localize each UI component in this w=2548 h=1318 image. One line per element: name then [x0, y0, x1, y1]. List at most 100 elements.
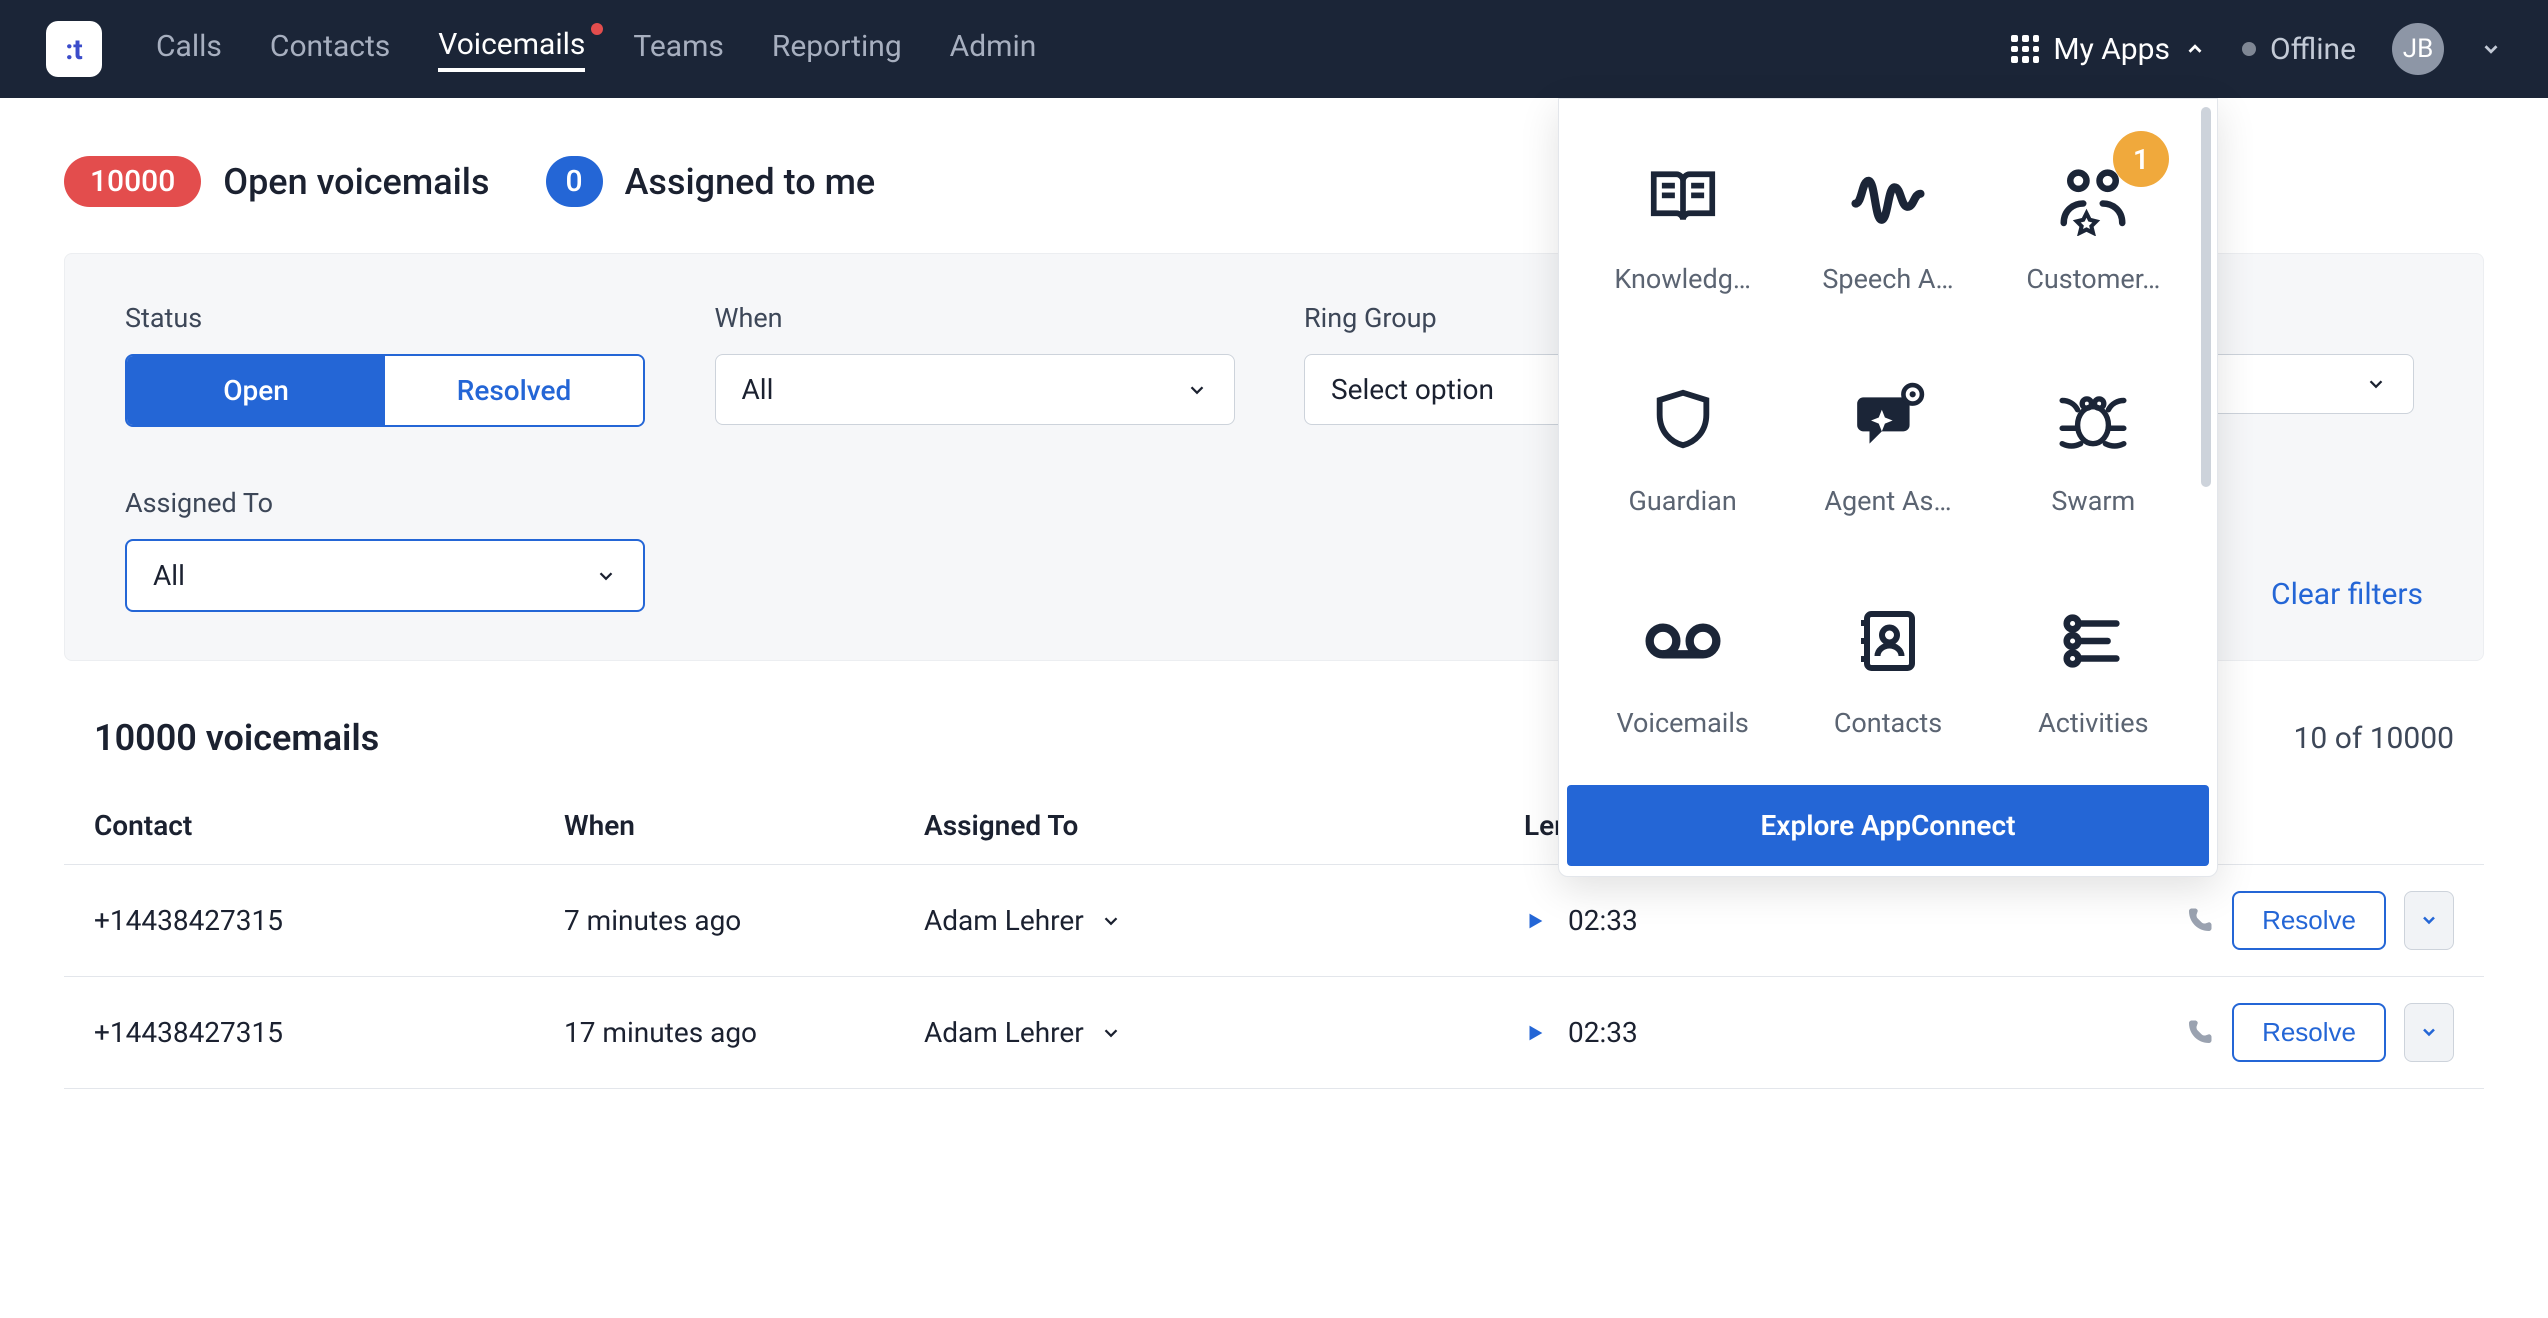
phone-icon[interactable]: [2184, 906, 2214, 936]
shield-icon: [1639, 375, 1727, 463]
assigned-to-value: All: [153, 559, 185, 592]
play-icon[interactable]: [1524, 910, 1546, 932]
status-segmented-control: Open Resolved: [125, 354, 645, 427]
assignee-name: Adam Lehrer: [924, 1016, 1084, 1049]
app-guardian[interactable]: Guardian: [1585, 347, 1780, 545]
chevron-down-icon: [1100, 1022, 1122, 1044]
explore-appconnect-button[interactable]: Explore AppConnect: [1567, 785, 2209, 866]
notification-dot-icon: [591, 23, 603, 35]
table-row: +14438427315 17 minutes ago Adam Lehrer …: [64, 977, 2484, 1089]
nav-link-admin[interactable]: Admin: [950, 29, 1037, 70]
when-select-value: All: [742, 373, 774, 406]
cell-when: 17 minutes ago: [564, 1016, 924, 1049]
col-contact: Contact: [94, 809, 564, 842]
app-activities[interactable]: Activities: [1996, 569, 2191, 767]
apps-grid-icon: [2011, 35, 2039, 63]
nav-right: My Apps Offline JB: [2011, 23, 2502, 75]
row-menu-button[interactable]: [2404, 891, 2454, 950]
nav-link-reporting[interactable]: Reporting: [772, 29, 902, 70]
nav-link-voicemails-label: Voicemails: [438, 27, 585, 62]
book-icon: [1639, 153, 1727, 241]
row-menu-button[interactable]: [2404, 1003, 2454, 1062]
chevron-down-icon[interactable]: [2480, 38, 2502, 60]
assigned-to-select[interactable]: All: [125, 539, 645, 612]
resolve-button[interactable]: Resolve: [2232, 1003, 2386, 1062]
cell-contact: +14438427315: [94, 904, 564, 937]
chevron-up-icon: [2184, 38, 2206, 60]
cell-assigned[interactable]: Adam Lehrer: [924, 1016, 1524, 1049]
resolve-button[interactable]: Resolve: [2232, 891, 2386, 950]
assigned-to-me-group[interactable]: 0 Assigned to me: [546, 156, 876, 207]
status-open-button[interactable]: Open: [127, 356, 385, 425]
presence-status[interactable]: Offline: [2242, 32, 2356, 67]
app-label: Voicemails: [1616, 707, 1748, 739]
ring-group-value: Select option: [1331, 373, 1494, 406]
status-dot-icon: [2242, 42, 2256, 56]
cell-length: 02:33: [1524, 904, 2084, 937]
chevron-down-icon: [2419, 1022, 2439, 1042]
app-speech[interactable]: Speech A…: [1790, 125, 1985, 323]
app-swarm[interactable]: Swarm: [1996, 347, 2191, 545]
cell-assigned[interactable]: Adam Lehrer: [924, 904, 1524, 937]
row-actions: Resolve: [2084, 891, 2454, 950]
app-label: Knowledg…: [1614, 263, 1751, 295]
scrollbar[interactable]: [2201, 107, 2211, 487]
app-customer[interactable]: 1 Customer…: [1996, 125, 2191, 323]
table-title: 10000 voicemails: [94, 717, 379, 759]
nav-link-teams[interactable]: Teams: [633, 29, 723, 70]
pager-label: 10 of 10000: [2294, 721, 2454, 756]
open-count-pill: 10000: [64, 156, 201, 207]
app-agent-assist[interactable]: Agent As…: [1790, 347, 1985, 545]
length-value: 02:33: [1568, 904, 1638, 937]
app-label: Agent As…: [1824, 485, 1951, 517]
clear-filters-link[interactable]: Clear filters: [2271, 577, 2423, 612]
chevron-down-icon: [1100, 910, 1122, 932]
filter-status-label: Status: [125, 302, 655, 334]
row-actions: Resolve: [2084, 1003, 2454, 1062]
sliders-icon: [2049, 597, 2137, 685]
notification-badge: 1: [2113, 131, 2169, 187]
my-apps-toggle[interactable]: My Apps: [2011, 32, 2206, 67]
app-label: Speech A…: [1822, 263, 1953, 295]
assigned-to-me-label: Assigned to me: [625, 161, 876, 203]
open-voicemails-group[interactable]: 10000 Open voicemails: [64, 156, 490, 207]
waveform-icon: [1844, 153, 1932, 241]
play-icon[interactable]: [1524, 1022, 1546, 1044]
table-row: +14438427315 7 minutes ago Adam Lehrer 0…: [64, 865, 2484, 977]
app-contacts[interactable]: Contacts: [1790, 569, 1985, 767]
nav-left: :t Calls Contacts Voicemails Teams Repor…: [46, 21, 1036, 77]
apps-grid: Knowledg… Speech A… 1 Customer… Guardian: [1559, 99, 2217, 785]
nav-link-contacts[interactable]: Contacts: [270, 29, 390, 70]
app-label: Contacts: [1834, 707, 1942, 739]
filter-assigned-label: Assigned To: [125, 487, 655, 519]
app-label: Customer…: [2026, 263, 2160, 295]
when-select[interactable]: All: [715, 354, 1235, 425]
status-label: Offline: [2270, 32, 2356, 67]
app-label: Guardian: [1629, 485, 1737, 517]
assigned-count-pill: 0: [546, 156, 603, 207]
app-label: Swarm: [2051, 485, 2135, 517]
my-apps-label: My Apps: [2053, 32, 2170, 67]
length-value: 02:33: [1568, 1016, 1638, 1049]
nav-link-calls[interactable]: Calls: [156, 29, 222, 70]
status-resolved-button[interactable]: Resolved: [385, 356, 643, 425]
chevron-down-icon: [2419, 910, 2439, 930]
contact-book-icon: [1844, 597, 1932, 685]
nav-links: Calls Contacts Voicemails Teams Reportin…: [156, 27, 1036, 72]
filter-assigned-to: Assigned To All: [125, 487, 655, 612]
user-avatar[interactable]: JB: [2392, 23, 2444, 75]
nav-link-voicemails[interactable]: Voicemails: [438, 27, 585, 72]
app-knowledge[interactable]: Knowledg…: [1585, 125, 1780, 323]
cell-contact: +14438427315: [94, 1016, 564, 1049]
top-nav: :t Calls Contacts Voicemails Teams Repor…: [0, 0, 2548, 98]
app-logo[interactable]: :t: [46, 21, 102, 77]
cell-length: 02:33: [1524, 1016, 2084, 1049]
app-voicemails[interactable]: Voicemails: [1585, 569, 1780, 767]
phone-icon[interactable]: [2184, 1018, 2214, 1048]
filter-status: Status Open Resolved: [125, 302, 655, 427]
open-voicemails-label: Open voicemails: [223, 161, 489, 203]
sparkle-chat-icon: [1844, 375, 1932, 463]
cell-when: 7 minutes ago: [564, 904, 924, 937]
bug-icon: [2049, 375, 2137, 463]
chevron-down-icon: [2365, 373, 2387, 395]
